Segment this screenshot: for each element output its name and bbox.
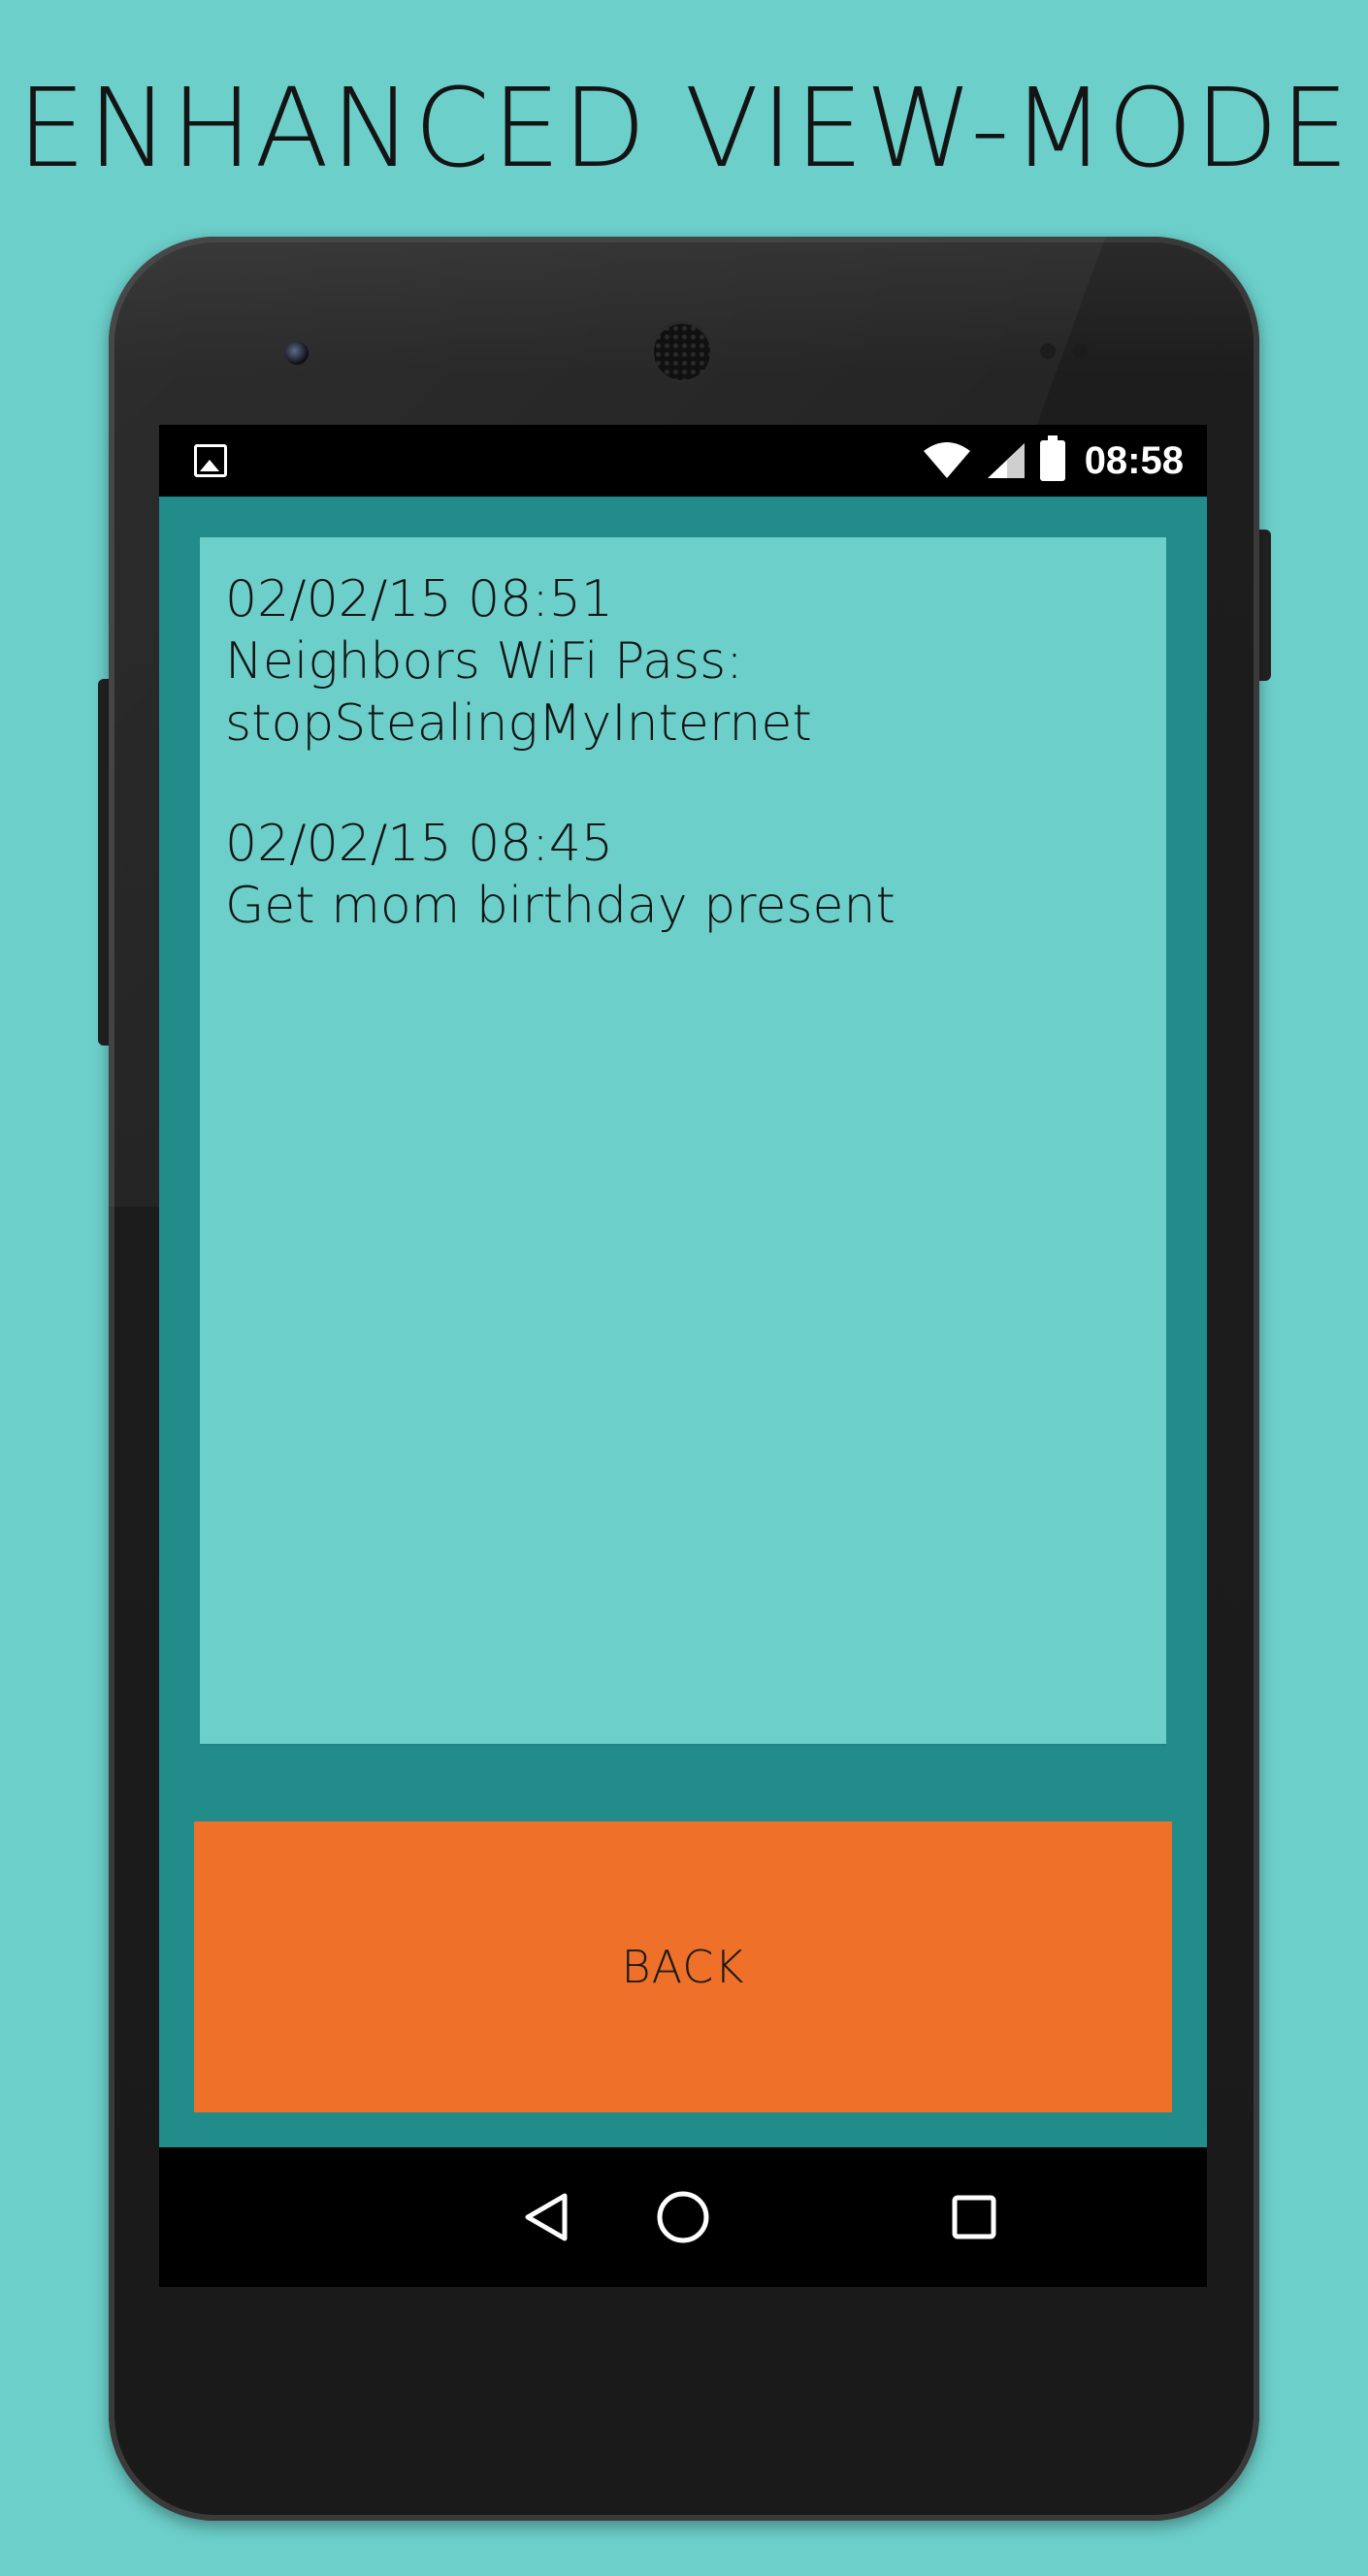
headline-title: ENHANCED VIEW-MODE — [16, 66, 1352, 192]
navigation-bar — [159, 2147, 1207, 2287]
note-text-line: stopStealingMyInternet — [225, 694, 812, 753]
back-triangle-icon[interactable] — [518, 2188, 576, 2246]
note-text-line: Neighbors WiFi Pass: — [225, 632, 743, 691]
status-time: 08:58 — [1084, 438, 1184, 482]
wifi-icon — [923, 442, 970, 478]
note-timestamp: 02/02/15 08:51 — [225, 570, 613, 628]
recents-square-icon[interactable] — [945, 2188, 1003, 2246]
note-text-line: Get mom birthday present — [225, 877, 896, 935]
note-timestamp: 02/02/15 08:45 — [225, 815, 613, 873]
status-bar: 08:58 — [159, 425, 1207, 497]
image-icon — [194, 444, 227, 477]
note-entry: 02/02/15 08:51 Neighbors WiFi Pass: stop… — [225, 568, 812, 755]
home-circle-icon[interactable] — [654, 2188, 712, 2246]
proximity-sensor — [1040, 343, 1056, 359]
signal-icon — [987, 443, 1025, 478]
front-camera-icon — [285, 341, 309, 365]
back-button[interactable]: BACK — [194, 1821, 1172, 2112]
light-sensor — [1073, 343, 1089, 359]
phone-screen: 08:58 02/02/15 08:51 Neighbors WiFi Pass… — [159, 425, 1207, 2287]
battery-icon — [1039, 435, 1065, 481]
earpiece-speaker-icon — [654, 324, 710, 380]
phone-power-button — [1257, 530, 1271, 681]
note-entry: 02/02/15 08:45 Get mom birthday present — [225, 813, 896, 937]
notes-panel[interactable]: 02/02/15 08:51 Neighbors WiFi Pass: stop… — [200, 537, 1166, 1744]
